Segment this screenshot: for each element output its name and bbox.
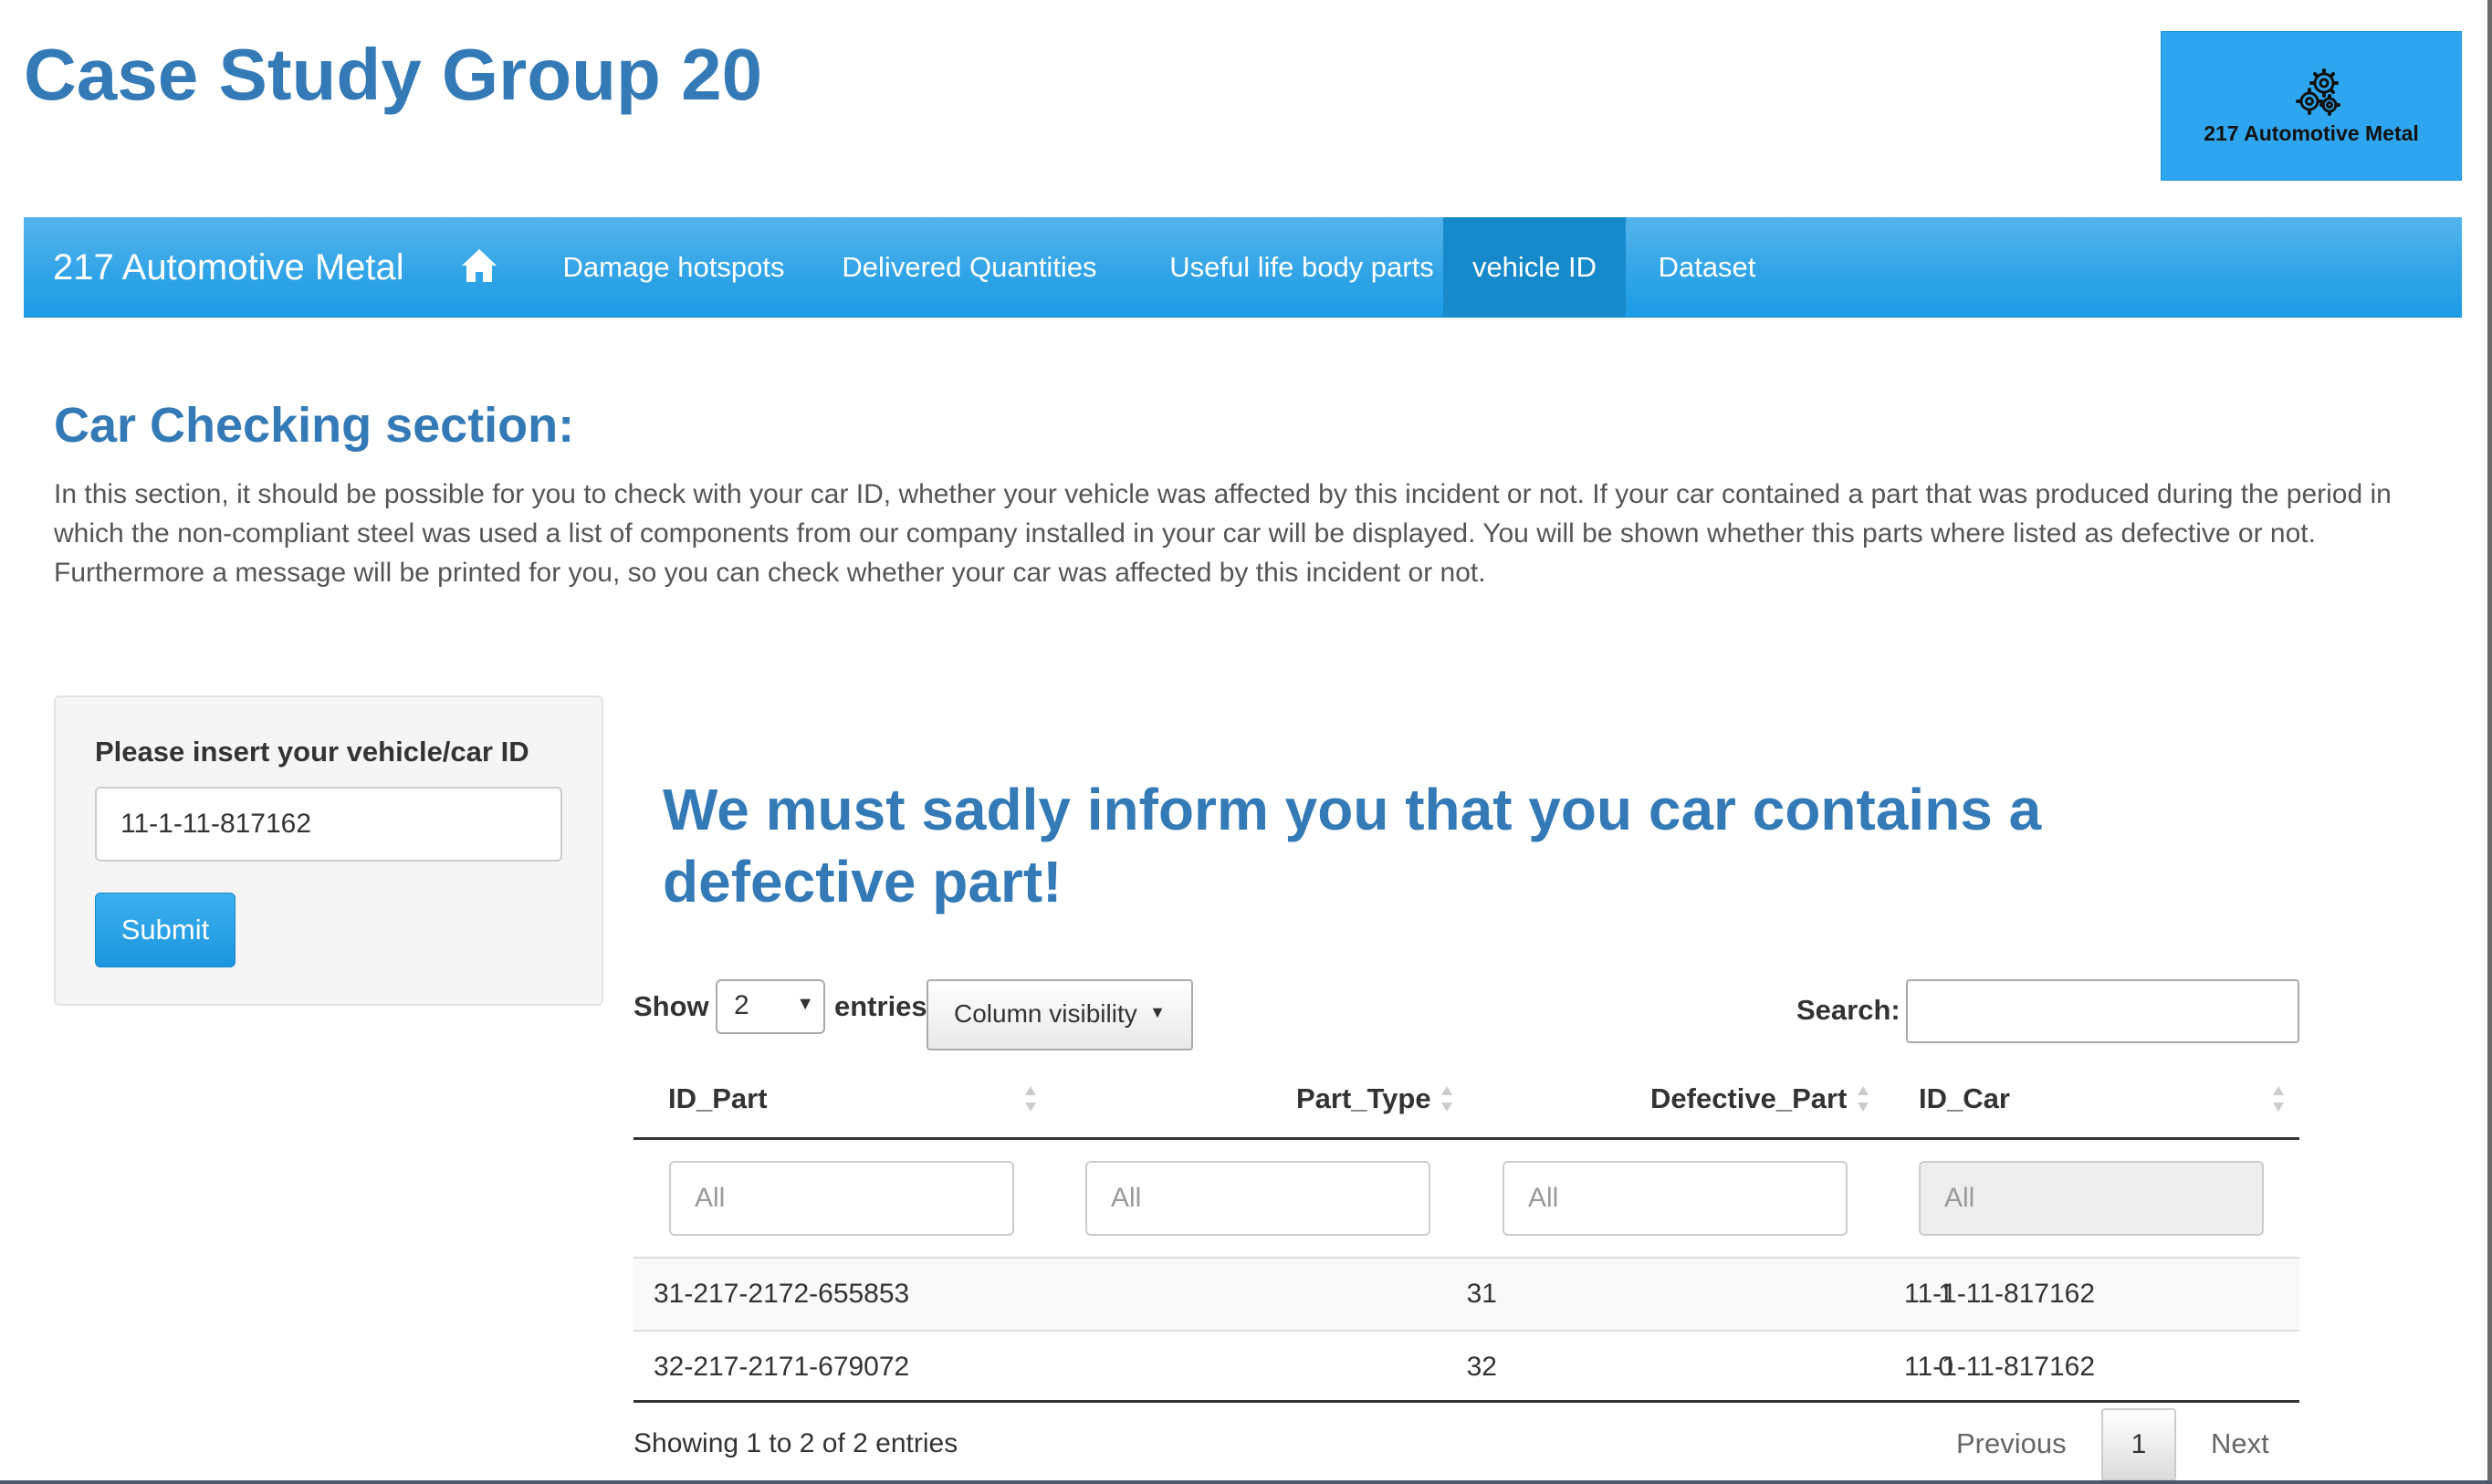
entries-label: entries [834, 990, 927, 1022]
vehicle-id-panel: Please insert your vehicle/car ID Submit [54, 695, 603, 1006]
table-row[interactable]: 31-217-2172-655853 31 1 11-1-11-817162 [633, 1259, 2299, 1330]
window-edge [2487, 0, 2492, 1484]
caret-down-icon: ▼ [796, 994, 814, 1014]
table-row[interactable]: 32-217-2171-679072 32 0 11-1-11-817162 [633, 1332, 2299, 1403]
nav-damage-hotspots[interactable]: Damage hotspots [555, 217, 792, 318]
column-header-part-type[interactable]: Part_Type [1296, 1081, 1431, 1117]
page-button-current[interactable]: 1 [2101, 1408, 2176, 1481]
filter-id-car [1919, 1161, 2264, 1236]
cell-part-type: 31 [1466, 1279, 1497, 1309]
next-page-button[interactable]: Next [2211, 1426, 2269, 1462]
cell-part-type: 32 [1466, 1352, 1497, 1382]
nav-delivered-quantities[interactable]: Delivered Quantities [823, 217, 1115, 318]
nav-useful-life-body-parts[interactable]: Useful life body parts [1147, 217, 1457, 318]
sort-icon[interactable] [1023, 1082, 1038, 1115]
logo-text: 217 Automotive Metal [2204, 121, 2419, 145]
sort-icon[interactable] [1856, 1082, 1870, 1115]
filter-defective-part[interactable] [1503, 1161, 1848, 1236]
previous-page-button[interactable]: Previous [1956, 1426, 2067, 1462]
navbar-brand[interactable]: 217 Automotive Metal [53, 217, 404, 318]
page-length-select[interactable]: 2 ▼ [716, 979, 825, 1034]
company-logo: 217 Automotive Metal [2161, 31, 2462, 181]
filter-part-type[interactable] [1085, 1161, 1430, 1236]
section-title: Car Checking section: [54, 398, 575, 453]
page: Case Study Group 20 217 Automotive Metal… [0, 0, 2492, 1484]
table-header-rule [633, 1137, 2299, 1140]
cell-id-car: 11-1-11-817162 [1904, 1352, 2096, 1382]
cell-id-part: 32-217-2171-679072 [654, 1352, 910, 1382]
nav-vehicle-id[interactable]: vehicle ID [1443, 217, 1626, 318]
gears-icon [2296, 68, 2340, 116]
column-visibility-label: Column visibility [954, 999, 1137, 1028]
vehicle-id-label: Please insert your vehicle/car ID [95, 736, 529, 768]
sort-icon[interactable] [2271, 1082, 2286, 1115]
column-header-id-car[interactable]: ID_Car [1919, 1081, 2010, 1117]
section-intro: In this section, it should be possible f… [54, 479, 2392, 588]
home-icon[interactable] [460, 247, 498, 284]
show-label: Show [633, 990, 709, 1022]
result-message: We must sadly inform you that you car co… [663, 777, 2042, 914]
submit-button[interactable]: Submit [95, 893, 236, 967]
filter-id-part[interactable] [669, 1161, 1014, 1236]
cell-id-car: 11-1-11-817162 [1904, 1279, 2096, 1309]
sort-icon[interactable] [1440, 1082, 1454, 1115]
page-length-value: 2 [734, 990, 749, 1020]
page-title: Case Study Group 20 [24, 34, 763, 115]
table-footer-rule [633, 1400, 2299, 1403]
vehicle-id-input[interactable] [95, 787, 562, 862]
column-visibility-button[interactable]: Column visibility ▼ [927, 979, 1193, 1050]
table-info: Showing 1 to 2 of 2 entries [633, 1428, 958, 1458]
window-edge [0, 1480, 2492, 1484]
column-header-defective-part[interactable]: Defective_Part [1650, 1081, 1847, 1117]
cell-id-part: 31-217-2172-655853 [654, 1279, 910, 1309]
nav-dataset[interactable]: Dataset [1639, 217, 1775, 318]
caret-down-icon: ▼ [1149, 1003, 1166, 1021]
navbar: 217 Automotive Metal Damage hotspots Del… [24, 217, 2462, 318]
search-label: Search: [1796, 994, 1900, 1026]
column-header-id-part[interactable]: ID_Part [668, 1081, 768, 1117]
search-input[interactable] [1906, 979, 2299, 1043]
